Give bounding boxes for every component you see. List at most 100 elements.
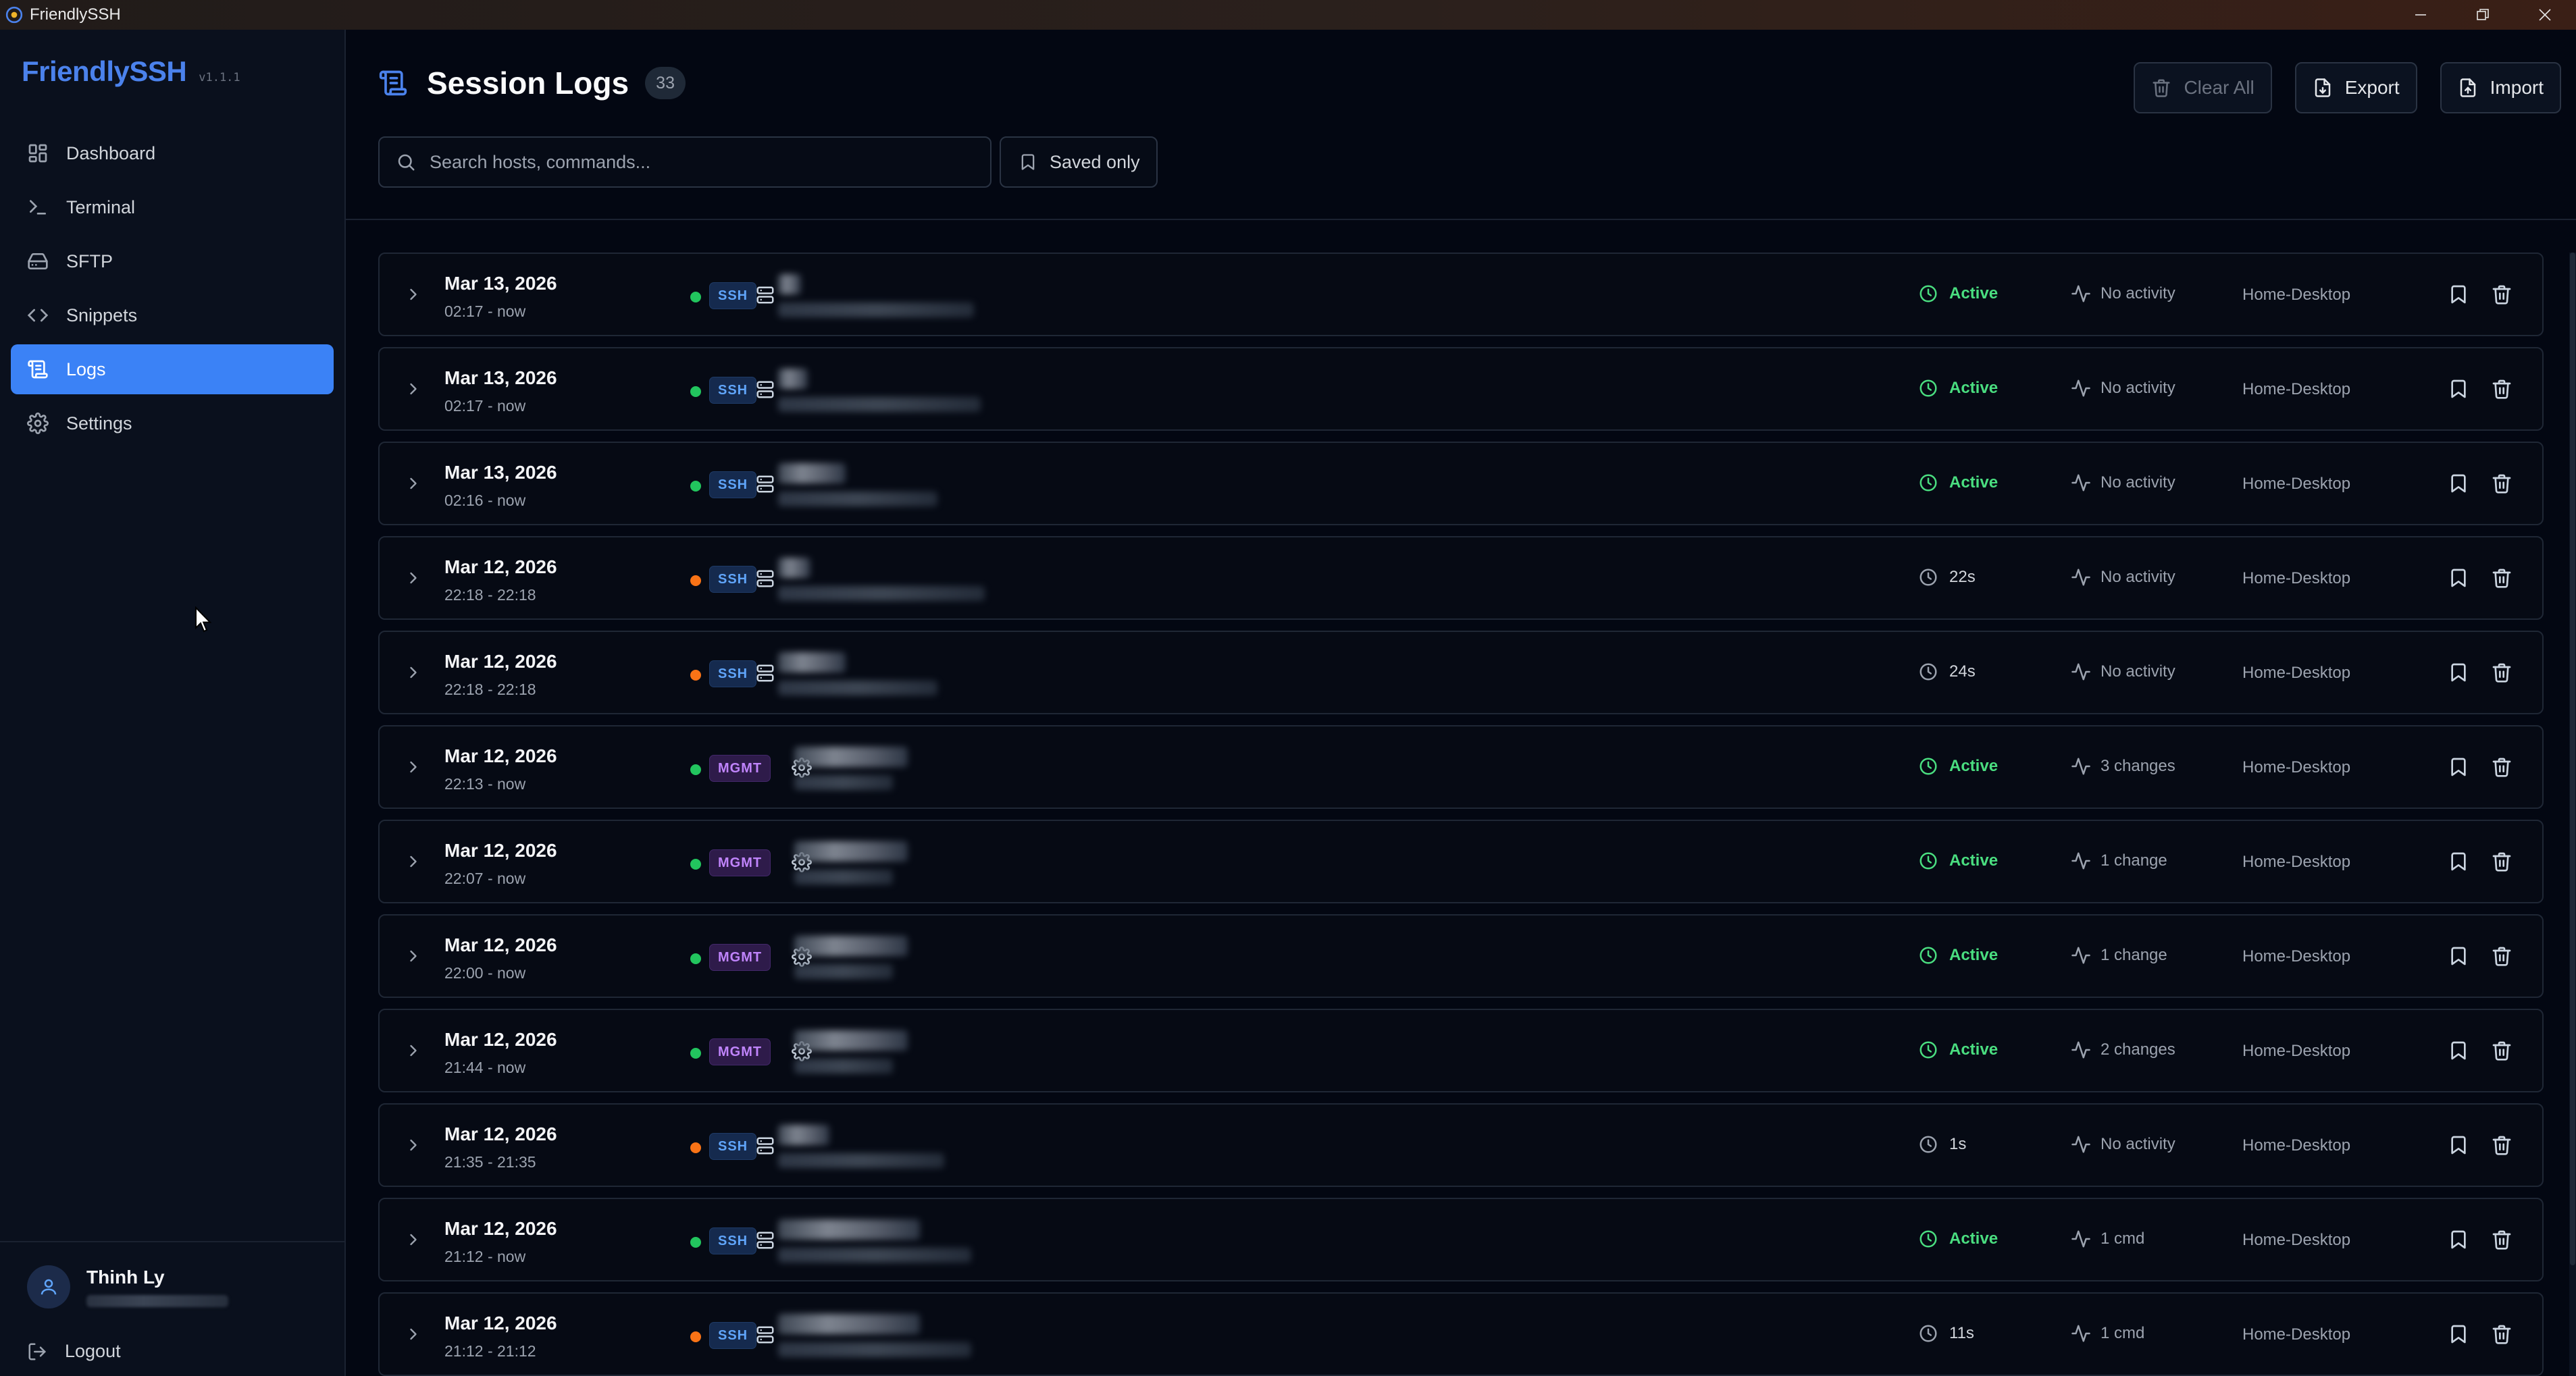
session-status-text: Active (1949, 1229, 1999, 1248)
chevron-right-icon[interactable] (404, 947, 423, 965)
brand: FriendlySSH v1.1.1 (22, 55, 240, 88)
bookmark-icon[interactable] (2448, 1040, 2469, 1061)
bookmark-icon[interactable] (2448, 1134, 2469, 1156)
chevron-right-icon[interactable] (404, 758, 423, 776)
trash-icon[interactable] (2491, 851, 2513, 872)
trash-icon[interactable] (2491, 1040, 2513, 1061)
chevron-right-icon[interactable] (404, 474, 423, 493)
search-input[interactable] (430, 151, 970, 173)
session-status-text: Active (1949, 473, 1999, 492)
session-time-range: 22:18 - 22:18 (444, 586, 536, 604)
session-row[interactable]: Mar 12, 2026 21:44 - now MGMT Active 2 chang… (378, 1009, 2544, 1092)
session-row[interactable]: Mar 13, 2026 02:17 - now SSH Active No activ… (378, 253, 2544, 336)
sidebar-item-dashboard[interactable]: Dashboard (11, 128, 334, 178)
page-header: Session Logs 33 Clear All Export Import … (346, 30, 2576, 220)
chevron-right-icon[interactable] (404, 379, 423, 398)
bookmark-icon[interactable] (2448, 851, 2469, 872)
clear-all-button[interactable]: Clear All (2134, 62, 2272, 113)
search-icon (398, 154, 415, 171)
sidebar-item-sftp[interactable]: SFTP (11, 236, 334, 286)
bookmark-icon[interactable] (2448, 1323, 2469, 1345)
trash-icon (2153, 79, 2170, 97)
session-time-range: 02:17 - now (444, 302, 526, 320)
trash-icon[interactable] (2491, 473, 2513, 494)
session-row[interactable]: Mar 12, 2026 22:13 - now MGMT Active 3 chang… (378, 725, 2544, 809)
scrollbar[interactable] (2569, 253, 2576, 1376)
session-time-range: 22:07 - now (444, 870, 526, 887)
session-row[interactable]: Mar 12, 2026 21:12 - 21:12 SSH 11s 1 cmd Home… (378, 1292, 2544, 1376)
import-button[interactable]: Import (2440, 62, 2561, 113)
scrollbar-thumb[interactable] (2570, 253, 2575, 1265)
server-icon (756, 381, 774, 398)
search-box[interactable] (378, 136, 991, 188)
session-row[interactable]: Mar 13, 2026 02:17 - now SSH Active No activ… (378, 347, 2544, 431)
host-address-redacted (778, 302, 974, 317)
sidebar-item-settings[interactable]: Settings (11, 398, 334, 448)
session-row[interactable]: Mar 12, 2026 21:12 - now SSH Active 1 cmd Hom… (378, 1198, 2544, 1281)
app-logo-icon (5, 6, 23, 24)
restore-button[interactable] (2452, 0, 2514, 30)
chevron-right-icon[interactable] (404, 663, 423, 682)
trash-icon[interactable] (2491, 567, 2513, 589)
chevron-right-icon[interactable] (404, 1230, 423, 1249)
bookmark-icon[interactable] (2448, 378, 2469, 400)
sidebar-item-snippets[interactable]: Snippets (11, 290, 334, 340)
bookmark-icon[interactable] (2448, 284, 2469, 305)
trash-icon[interactable] (2491, 1134, 2513, 1156)
chevron-right-icon[interactable] (404, 568, 423, 587)
sidebar-item-terminal[interactable]: Terminal (11, 182, 334, 232)
user-card[interactable]: Thinh Ly (27, 1265, 228, 1308)
clear-all-label: Clear All (2184, 77, 2255, 98)
chevron-right-icon[interactable] (404, 1041, 423, 1060)
host-name-redacted (794, 936, 908, 956)
session-date: Mar 12, 2026 (444, 651, 557, 672)
session-status-dot (690, 575, 701, 586)
server-icon (756, 1137, 774, 1155)
session-status-text: 22s (1949, 568, 1976, 586)
host-name-redacted (778, 463, 846, 483)
minimize-button[interactable] (2390, 0, 2452, 30)
chevron-right-icon[interactable] (404, 1325, 423, 1344)
bookmark-icon[interactable] (2448, 567, 2469, 589)
activity-icon (2071, 474, 2090, 492)
session-machine: Home-Desktop (2242, 1231, 2351, 1249)
session-row[interactable]: Mar 12, 2026 22:18 - 22:18 SSH 22s No activi… (378, 536, 2544, 620)
sidebar-item-logs[interactable]: Logs (11, 344, 334, 394)
bookmark-icon[interactable] (2448, 662, 2469, 683)
host-name-redacted (778, 274, 801, 294)
close-window-button[interactable] (2514, 0, 2576, 30)
gear-icon (27, 413, 49, 434)
trash-icon[interactable] (2491, 1323, 2513, 1345)
session-activity: No activity (2071, 378, 2175, 398)
bookmark-icon[interactable] (2448, 945, 2469, 967)
session-row[interactable]: Mar 12, 2026 22:07 - now MGMT Active 1 chang… (378, 820, 2544, 903)
activity-icon (2071, 379, 2090, 397)
bookmark-icon[interactable] (2448, 473, 2469, 494)
trash-icon[interactable] (2491, 284, 2513, 305)
export-button[interactable]: Export (2294, 62, 2417, 113)
user-email-redacted (86, 1295, 228, 1307)
bookmark-icon[interactable] (2448, 1229, 2469, 1250)
trash-icon[interactable] (2491, 662, 2513, 683)
session-row[interactable]: Mar 12, 2026 21:35 - 21:35 SSH 1s No activit… (378, 1103, 2544, 1187)
trash-icon[interactable] (2491, 756, 2513, 778)
saved-only-toggle[interactable]: Saved only (1000, 136, 1158, 188)
clock-icon (1920, 758, 1937, 775)
session-row[interactable]: Mar 12, 2026 22:18 - 22:18 SSH 24s No activi… (378, 631, 2544, 714)
chevron-right-icon[interactable] (404, 285, 423, 304)
session-row[interactable]: Mar 12, 2026 22:00 - now MGMT Active 1 chang… (378, 914, 2544, 998)
session-row[interactable]: Mar 13, 2026 02:16 - now SSH Active No activ… (378, 442, 2544, 525)
bookmark-icon[interactable] (2448, 756, 2469, 778)
session-date: Mar 12, 2026 (444, 556, 557, 577)
trash-icon[interactable] (2491, 378, 2513, 400)
chevron-right-icon[interactable] (404, 1136, 423, 1155)
session-date: Mar 12, 2026 (444, 1313, 557, 1333)
import-label: Import (2490, 77, 2544, 98)
host-name-redacted (778, 369, 808, 389)
trash-icon[interactable] (2491, 1229, 2513, 1250)
avatar (27, 1265, 70, 1308)
logout-button[interactable]: Logout (27, 1341, 121, 1362)
chevron-right-icon[interactable] (404, 852, 423, 871)
server-icon (756, 475, 774, 493)
trash-icon[interactable] (2491, 945, 2513, 967)
